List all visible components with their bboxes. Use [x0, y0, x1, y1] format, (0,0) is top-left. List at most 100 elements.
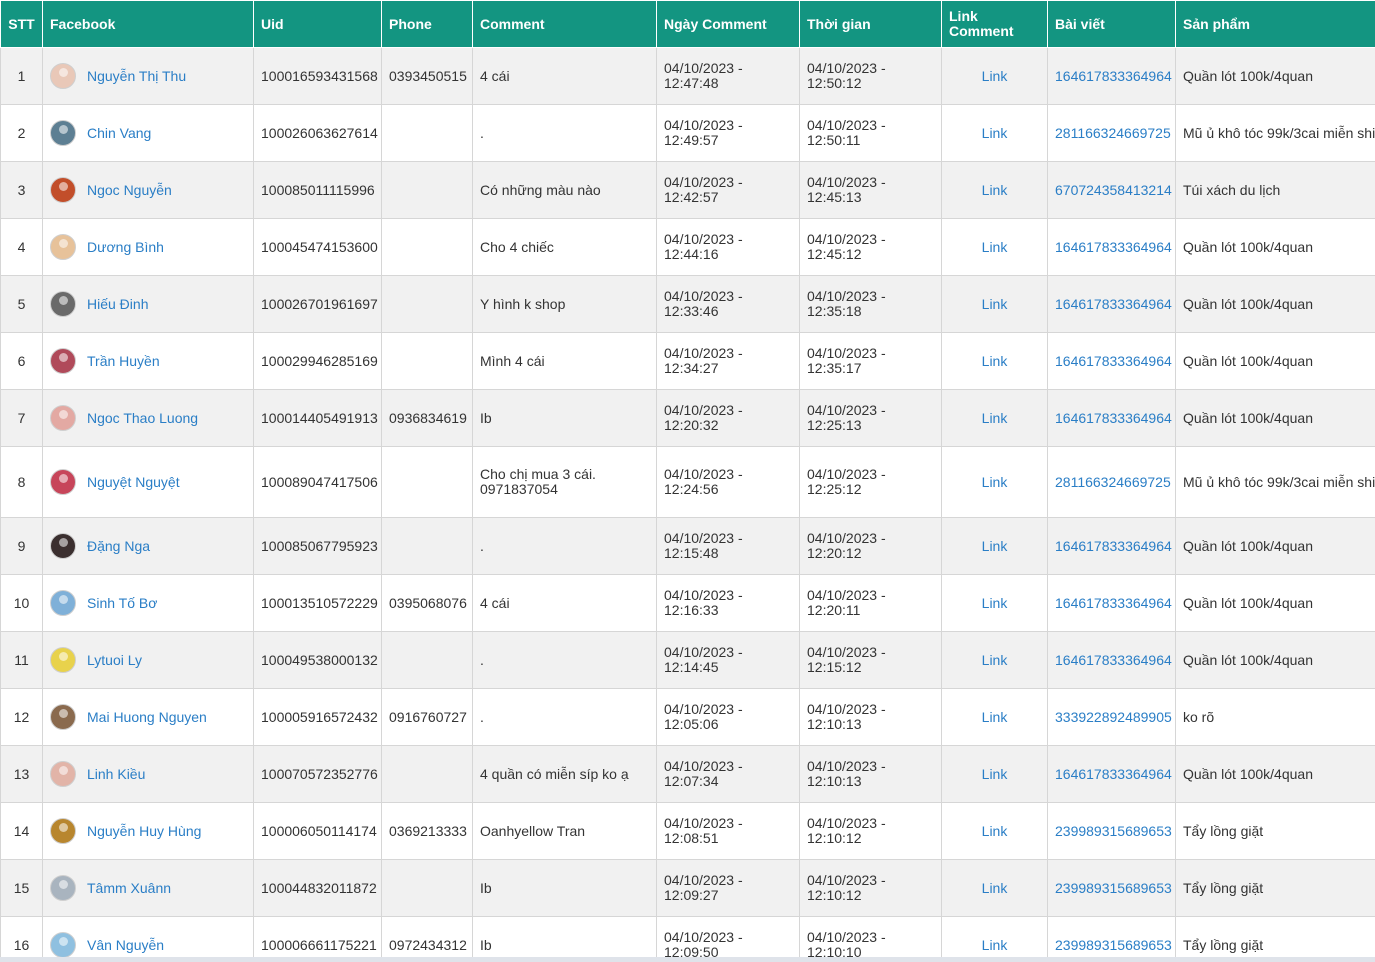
link-comment-link[interactable]: Link [982, 766, 1008, 782]
avatar[interactable] [50, 761, 76, 787]
san-pham-cell: Quần lót 100k/4quan [1175, 574, 1375, 632]
facebook-name-link[interactable]: Nguyệt Nguyệt [87, 474, 180, 490]
post-id-link[interactable]: 239989315689653 [1055, 823, 1172, 839]
horizontal-scrollbar[interactable] [0, 957, 1375, 962]
comment-cell: . [472, 631, 657, 689]
avatar[interactable] [50, 818, 76, 844]
facebook-name-link[interactable]: Nguyễn Huy Hùng [87, 823, 201, 839]
facebook-name-link[interactable]: Mai Huong Nguyen [87, 709, 207, 725]
ngay-comment-date: 04/10/2023 - [664, 587, 743, 603]
phone-cell [381, 517, 473, 575]
facebook-name-link[interactable]: Tâmm Xuânn [87, 880, 171, 896]
table-row: 6 Trần Huyền 100029946285169 Mình 4 cái 04/1… [0, 332, 1375, 390]
comment-cell: Ib [472, 859, 657, 917]
avatar[interactable] [50, 63, 76, 89]
link-comment-link[interactable]: Link [982, 709, 1008, 725]
facebook-name-link[interactable]: Sinh Tố Bơ [87, 595, 157, 611]
post-id-link[interactable]: 164617833364964 [1055, 410, 1172, 426]
post-id-link[interactable]: 164617833364964 [1055, 538, 1172, 554]
link-comment-link[interactable]: Link [982, 239, 1008, 255]
link-comment-link[interactable]: Link [982, 538, 1008, 554]
link-comment-link[interactable]: Link [982, 652, 1008, 668]
link-comment-link[interactable]: Link [982, 182, 1008, 198]
link-comment-link[interactable]: Link [982, 68, 1008, 84]
post-id-link[interactable]: 281166324669725 [1055, 125, 1171, 141]
comment-cell: . [472, 517, 657, 575]
link-comment-cell: Link [941, 631, 1048, 689]
avatar[interactable] [50, 875, 76, 901]
avatar[interactable] [50, 704, 76, 730]
avatar[interactable] [50, 590, 76, 616]
avatar[interactable] [50, 405, 76, 431]
header-stt[interactable]: STT [0, 0, 43, 48]
link-comment-link[interactable]: Link [982, 410, 1008, 426]
link-comment-link[interactable]: Link [982, 880, 1008, 896]
avatar[interactable] [50, 469, 76, 495]
uid-cell: 100085011115996 [253, 161, 382, 219]
facebook-name-link[interactable]: Hiếu Đinh [87, 296, 148, 312]
ngay-comment-time: 12:05:06 [664, 716, 719, 732]
avatar[interactable] [50, 932, 76, 958]
header-san-pham[interactable]: Sản phẩm [1175, 0, 1375, 48]
post-id-link[interactable]: 164617833364964 [1055, 68, 1172, 84]
facebook-name-link[interactable]: Lytuoi Ly [87, 652, 142, 668]
link-comment-link[interactable]: Link [982, 937, 1008, 953]
san-pham-cell: Tẩy lồng giặt [1175, 916, 1375, 962]
ngay-comment-date: 04/10/2023 - [664, 174, 743, 190]
ngay-comment-time: 12:07:34 [664, 773, 719, 789]
header-comment[interactable]: Comment [472, 0, 657, 48]
header-phone[interactable]: Phone [381, 0, 473, 48]
post-id-link[interactable]: 164617833364964 [1055, 766, 1172, 782]
facebook-name-link[interactable]: Linh Kiều [87, 766, 145, 782]
phone-cell [381, 332, 473, 390]
facebook-name-link[interactable]: Chin Vang [87, 125, 151, 141]
header-uid[interactable]: Uid [253, 0, 382, 48]
uid-cell: 100029946285169 [253, 332, 382, 390]
avatar[interactable] [50, 234, 76, 260]
link-comment-link[interactable]: Link [982, 474, 1008, 490]
ngay-comment-time: 12:16:33 [664, 602, 719, 618]
san-pham-cell: Quần lót 100k/4quan [1175, 631, 1375, 689]
avatar[interactable] [50, 348, 76, 374]
facebook-name-link[interactable]: Đặng Nga [87, 538, 150, 554]
post-id-link[interactable]: 164617833364964 [1055, 239, 1172, 255]
avatar[interactable] [50, 120, 76, 146]
post-id-link[interactable]: 164617833364964 [1055, 652, 1172, 668]
link-comment-link[interactable]: Link [982, 296, 1008, 312]
facebook-name-link[interactable]: Vân Nguyễn [87, 937, 164, 953]
avatar[interactable] [50, 647, 76, 673]
header-thoi-gian[interactable]: Thời gian [799, 0, 942, 48]
ngay-comment-cell: 04/10/2023 -12:24:56 [656, 446, 800, 518]
post-id-link[interactable]: 164617833364964 [1055, 595, 1172, 611]
avatar[interactable] [50, 533, 76, 559]
header-bai-viet[interactable]: Bài viết [1047, 0, 1176, 48]
bai-viet-cell: 239989315689653 [1047, 802, 1176, 860]
post-id-link[interactable]: 239989315689653 [1055, 937, 1172, 953]
post-id-link[interactable]: 670724358413214 [1055, 182, 1172, 198]
avatar[interactable] [50, 177, 76, 203]
facebook-name-link[interactable]: Ngoc Nguyễn [87, 182, 172, 198]
post-id-link[interactable]: 164617833364964 [1055, 296, 1172, 312]
thoi-gian-date: 04/10/2023 - [807, 644, 886, 660]
thoi-gian-cell: 04/10/2023 -12:20:12 [799, 517, 942, 575]
header-facebook[interactable]: Facebook [42, 0, 254, 48]
bai-viet-cell: 164617833364964 [1047, 218, 1176, 276]
avatar[interactable] [50, 291, 76, 317]
post-id-link[interactable]: 281166324669725 [1055, 474, 1171, 490]
ngay-comment-cell: 04/10/2023 -12:47:48 [656, 47, 800, 105]
link-comment-link[interactable]: Link [982, 125, 1008, 141]
ngay-comment-time: 12:47:48 [664, 75, 719, 91]
link-comment-link[interactable]: Link [982, 595, 1008, 611]
ngay-comment-date: 04/10/2023 - [664, 60, 743, 76]
facebook-name-link[interactable]: Nguyễn Thị Thu [87, 68, 186, 84]
post-id-link[interactable]: 164617833364964 [1055, 353, 1172, 369]
post-id-link[interactable]: 239989315689653 [1055, 880, 1172, 896]
facebook-name-link[interactable]: Ngoc Thao Luong [87, 410, 198, 426]
link-comment-link[interactable]: Link [982, 353, 1008, 369]
post-id-link[interactable]: 333922892489905 [1055, 709, 1172, 725]
facebook-name-link[interactable]: Dương Bình [87, 239, 164, 255]
header-link-comment[interactable]: Link Comment [941, 0, 1048, 48]
link-comment-link[interactable]: Link [982, 823, 1008, 839]
facebook-name-link[interactable]: Trần Huyền [87, 353, 160, 369]
header-ngay-comment[interactable]: Ngày Comment [656, 0, 800, 48]
